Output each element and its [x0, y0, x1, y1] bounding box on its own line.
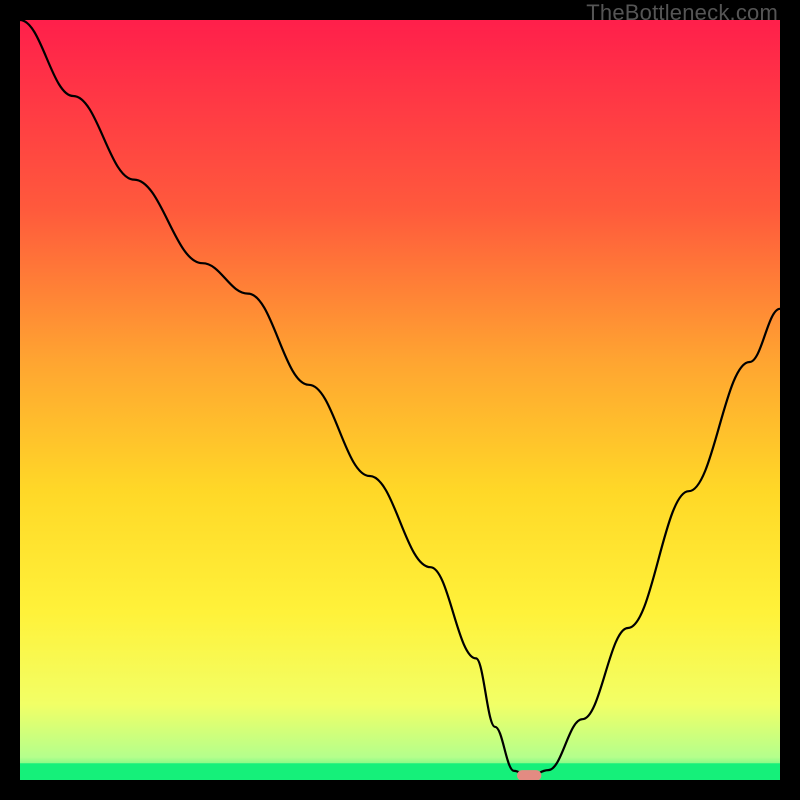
chart-frame: TheBottleneck.com	[0, 0, 800, 800]
gradient-background	[20, 20, 780, 780]
plot-area	[20, 20, 780, 780]
watermark-text: TheBottleneck.com	[586, 0, 778, 26]
optimal-band	[20, 763, 780, 780]
optimal-marker	[517, 770, 541, 780]
